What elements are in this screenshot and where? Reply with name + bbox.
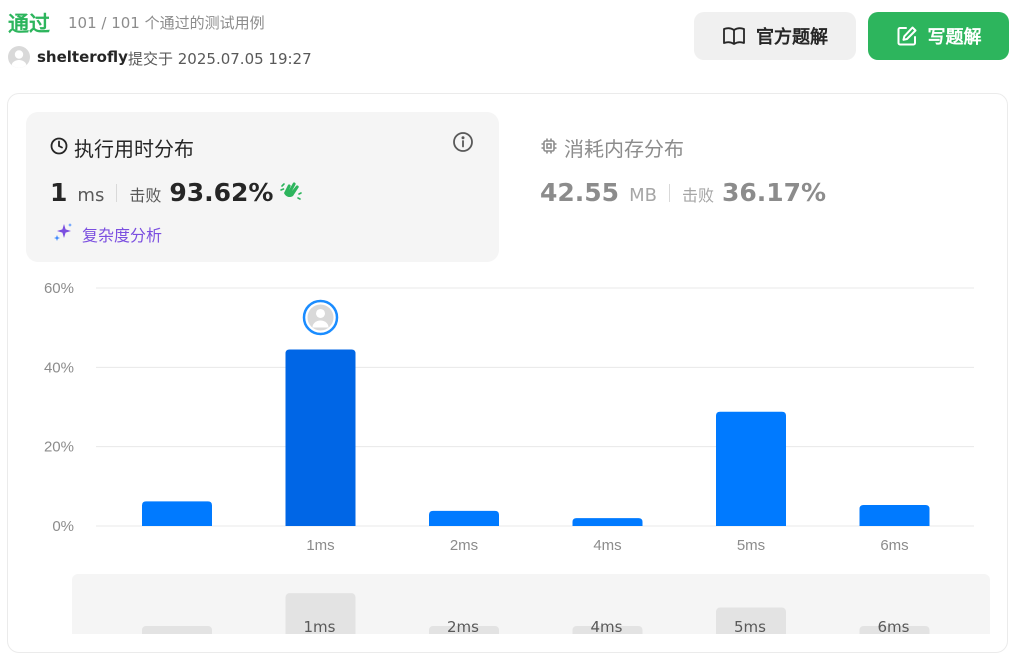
runtime-distribution-chart[interactable]: 60% 40% 20% 0% 1ms 2ms 4ms 5ms 6ms [0, 270, 1015, 570]
minimap-bar [142, 626, 212, 634]
x-tick-label: 6ms [880, 537, 908, 554]
y-tick-label: 40% [44, 359, 74, 376]
runtime-beats-label: 击败 [129, 186, 162, 205]
y-tick-label: 20% [44, 439, 74, 456]
x-tick-label: 5ms [737, 537, 765, 554]
minimap-label: 4ms [591, 618, 623, 634]
testcase-summary: 101 / 101 个通过的测试用例 [68, 14, 265, 32]
memory-metric: 42.55 MB 击败 36.17% [540, 178, 826, 207]
memory-title[interactable]: 消耗内存分布 [540, 133, 684, 162]
username-link[interactable]: shelterofly [37, 48, 128, 66]
bar[interactable] [142, 501, 212, 526]
minimap-label: 1ms [304, 618, 336, 634]
memory-beats-label: 击败 [681, 186, 714, 205]
bar[interactable] [429, 510, 499, 526]
y-tick-label: 60% [44, 280, 74, 297]
edit-icon [896, 25, 918, 47]
memory-value: 42.55 [540, 178, 620, 207]
complexity-analysis-label: 复杂度分析 [82, 226, 163, 245]
metric-divider [116, 183, 118, 202]
official-solution-button[interactable]: 官方题解 [694, 12, 856, 60]
clap-hands-icon [279, 180, 303, 206]
bar[interactable] [716, 411, 786, 526]
sparkles-icon [52, 221, 74, 247]
minimap-label: 6ms [878, 618, 910, 634]
runtime-value: 1 [50, 178, 68, 207]
memory-beats-value: 36.17% [721, 178, 827, 207]
user-avatar[interactable] [8, 46, 30, 68]
complexity-analysis-link[interactable]: 复杂度分析 [52, 221, 162, 247]
official-solution-label: 官方题解 [756, 27, 828, 48]
minimap-label: 5ms [734, 618, 766, 634]
runtime-title: 执行用时分布 [50, 133, 194, 162]
bar[interactable] [859, 504, 930, 526]
accepted-status: 通过 [8, 12, 50, 36]
runtime-metric: 1 ms 击败 93.62% [50, 178, 303, 207]
runtime-unit: ms [77, 185, 105, 206]
memory-title-text: 消耗内存分布 [564, 137, 684, 161]
x-tick-label: 2ms [450, 537, 478, 554]
write-solution-label: 写题解 [927, 27, 982, 48]
memory-unit: MB [629, 185, 657, 206]
bar[interactable] [285, 349, 356, 526]
x-tick-label: 1ms [306, 537, 334, 554]
runtime-beats-value: 93.62% [169, 178, 274, 207]
runtime-title-text: 执行用时分布 [74, 137, 194, 161]
y-tick-label: 0% [52, 518, 74, 535]
submission-time: 提交于 2025.07.05 19:27 [128, 50, 312, 68]
info-icon[interactable] [452, 131, 474, 157]
minimap-label: 2ms [447, 618, 479, 634]
book-open-icon [722, 26, 746, 46]
my-submission-marker [302, 299, 339, 336]
bar[interactable] [572, 518, 643, 526]
write-solution-button[interactable]: 写题解 [868, 12, 1009, 60]
metric-divider [668, 183, 670, 202]
cpu-chip-icon [540, 136, 558, 160]
x-tick-label: 4ms [593, 537, 621, 554]
clock-icon [50, 136, 68, 160]
chart-range-minimap[interactable]: 1ms 2ms 4ms 5ms 6ms [0, 574, 1015, 634]
marker-avatar-head [316, 308, 325, 318]
